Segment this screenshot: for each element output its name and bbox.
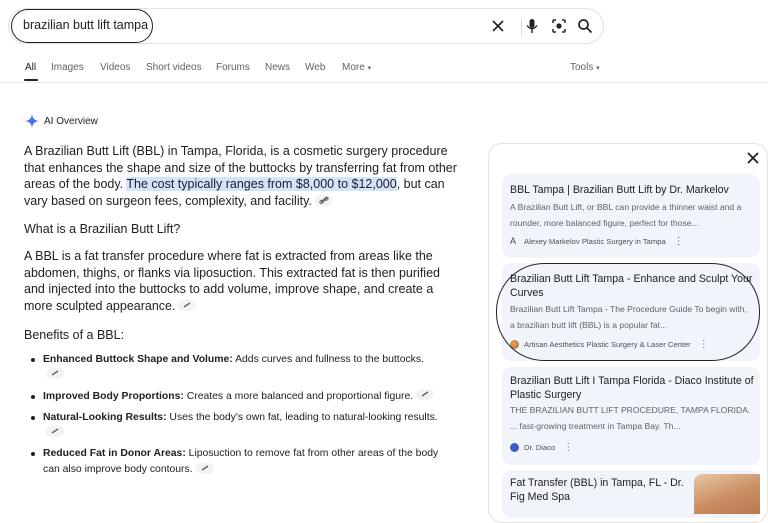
list-item: Improved Body Proportions: Creates a mor…	[24, 389, 444, 404]
search-divider	[521, 18, 522, 36]
list-item: Enhanced Buttock Shape and Volume: Adds …	[24, 352, 444, 383]
source-snippet: THE BRAZILIAN BUTT LIFT PROCEDURE, TAMPA…	[510, 405, 751, 431]
tab-more[interactable]: More ▾	[342, 62, 371, 73]
tab-short-videos[interactable]: Short videos	[146, 62, 202, 73]
bullet	[31, 358, 35, 362]
link-icon[interactable]	[314, 194, 333, 206]
search-tabs: All Images Videos Short videos Forums Ne…	[0, 58, 768, 82]
ai-overview-paragraph-1: A Brazilian Butt Lift (BBL) in Tampa, Fl…	[24, 143, 462, 209]
source-card[interactable]: BBL Tampa | Brazilian Butt Lift by Dr. M…	[502, 174, 760, 258]
source-title[interactable]: BBL Tampa | Brazilian Butt Lift by Dr. M…	[510, 183, 729, 197]
result-annotation-oval	[496, 263, 760, 361]
ai-overview-title: AI Overview	[44, 115, 98, 127]
list-item: Reduced Fat in Donor Areas: Liposuction …	[24, 446, 444, 477]
tab-images[interactable]: Images	[51, 62, 84, 73]
ai-overview-paragraph-2: A BBL is a fat transfer procedure where …	[24, 248, 462, 314]
close-icon[interactable]	[746, 151, 760, 165]
more-options-icon[interactable]: ⋮	[674, 236, 684, 246]
benefits-list: Enhanced Buttock Shape and Volume: Adds …	[24, 352, 444, 483]
list-item: Natural-Looking Results: Uses the body's…	[24, 410, 444, 441]
benefit-text: Creates a more balanced and proportional…	[183, 390, 414, 402]
tab-forums[interactable]: Forums	[216, 62, 250, 73]
link-icon[interactable]	[195, 462, 214, 474]
active-tab-indicator	[24, 79, 38, 81]
link-icon[interactable]	[46, 368, 64, 380]
source-snippet: A Brazilian Butt Lift, or BBL can provid…	[510, 202, 742, 228]
bullet	[31, 452, 35, 457]
benefit-title: Reduced Fat in Donor Areas:	[43, 448, 186, 460]
source-site-name: Dr. Diaco	[524, 443, 556, 452]
benefit-text: Adds curves and fullness to the buttocks…	[232, 354, 424, 365]
source-site: Dr. Diaco ⋮	[510, 442, 573, 452]
tools-label: Tools	[570, 62, 594, 73]
header-divider	[0, 82, 768, 83]
search-icon[interactable]	[576, 17, 594, 35]
source-site-name: Alexey Markelov Plastic Surgery in Tampa	[524, 237, 666, 246]
link-icon[interactable]	[178, 299, 197, 311]
source-title[interactable]: Brazilian Butt Lift I Tampa Florida - Di…	[510, 374, 754, 402]
link-icon[interactable]	[416, 389, 435, 401]
benefit-text: Uses the body's own fat, leading to natu…	[166, 411, 438, 423]
source-thumbnail[interactable]	[694, 474, 760, 514]
chevron-down-icon: ▾	[367, 65, 372, 72]
clear-icon[interactable]	[489, 17, 507, 35]
source-site: A Alexey Markelov Plastic Surgery in Tam…	[510, 236, 684, 246]
benefits-heading: Benefits of a BBL:	[24, 328, 125, 342]
search-input[interactable]: brazilian butt lift tampa	[23, 18, 148, 32]
tab-web[interactable]: Web	[305, 62, 325, 73]
microphone-icon[interactable]	[523, 17, 541, 35]
tab-more-label: More	[342, 62, 365, 73]
tab-all[interactable]: All	[25, 62, 36, 73]
ai-text: A BBL is a fat transfer procedure where …	[24, 249, 440, 313]
tools-button[interactable]: Tools ▾	[570, 62, 600, 73]
search-bar[interactable]: brazilian butt lift tampa	[8, 8, 604, 44]
tab-videos[interactable]: Videos	[100, 62, 130, 73]
sparkle-icon	[25, 114, 39, 128]
bullet	[31, 394, 35, 399]
chevron-down-icon: ▾	[596, 65, 600, 72]
benefit-title: Enhanced Buttock Shape and Volume:	[43, 354, 233, 365]
site-favicon-icon	[510, 443, 519, 452]
bullet	[31, 415, 35, 420]
link-icon[interactable]	[46, 425, 64, 437]
site-favicon-icon: A	[510, 236, 517, 246]
benefit-title: Improved Body Proportions:	[43, 390, 184, 402]
highlighted-text: The cost typically ranges from $8,000 to…	[126, 177, 397, 192]
ai-question-heading: What is a Brazilian Butt Lift?	[24, 222, 181, 236]
lens-icon[interactable]	[550, 17, 568, 35]
benefit-title: Natural-Looking Results:	[43, 411, 167, 423]
ai-overview-header: AI Overview	[25, 114, 98, 128]
source-title[interactable]: Fat Transfer (BBL) in Tampa, FL - Dr. Fi…	[510, 476, 688, 504]
source-card[interactable]: Brazilian Butt Lift I Tampa Florida - Di…	[502, 367, 760, 465]
tab-news[interactable]: News	[265, 62, 290, 73]
more-options-icon[interactable]: ⋮	[563, 442, 573, 452]
